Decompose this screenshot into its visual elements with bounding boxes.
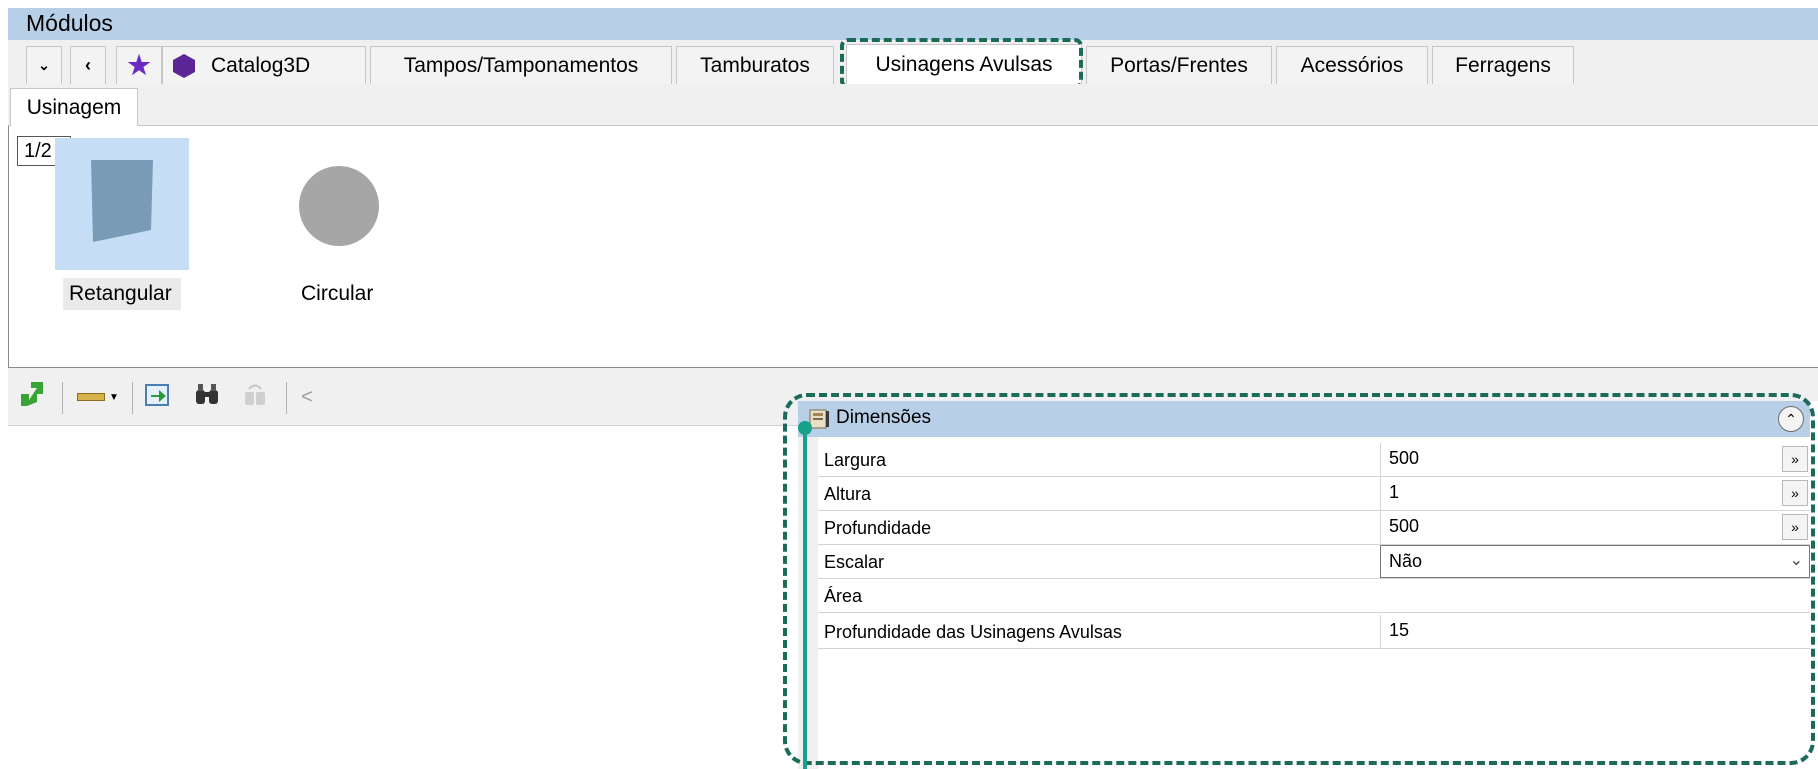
subtab-usinagem[interactable]: Usinagem (10, 88, 138, 126)
collapse-group-button[interactable]: ⌃ (1778, 406, 1804, 432)
more-options-button[interactable]: » (1782, 480, 1808, 506)
more-options-button[interactable]: » (1782, 446, 1808, 472)
tab-strip: ⌄ ‹ ★ Catalog3D Tampos/Tamponamentos Tam… (8, 40, 1818, 84)
property-row-altura[interactable]: Altura 1 » (818, 477, 1810, 511)
tab-label: Portas/Frentes (1110, 53, 1248, 77)
tab-tamburatos[interactable]: Tamburatos (676, 46, 834, 84)
property-value-cell[interactable]: 1 » (1380, 477, 1810, 510)
double-chevron-right-icon: » (1791, 485, 1799, 501)
star-icon: ★ (127, 50, 151, 80)
property-value: 15 (1389, 620, 1410, 640)
highlight-connector-line (803, 427, 807, 769)
selected-value: Não (1389, 551, 1423, 571)
circular-thumbnail (271, 138, 405, 270)
group-title: Dimensões (836, 407, 932, 428)
cylinders-icon (241, 380, 269, 414)
escalar-select[interactable]: Não ⌄ (1380, 545, 1810, 578)
chevron-left-icon: < (301, 385, 313, 408)
tab-catalog3d[interactable]: Catalog3D (162, 46, 366, 84)
property-value-cell[interactable]: 500 » (1380, 511, 1810, 544)
tab-label: Acessórios (1300, 53, 1404, 77)
toolbar-separator (286, 382, 287, 414)
property-value-cell[interactable]: 15 (1380, 615, 1810, 648)
chevron-down-icon: ⌄ (38, 57, 50, 73)
property-value: 500 (1389, 516, 1420, 536)
tab-acessorios[interactable]: Acessórios (1276, 46, 1428, 84)
catalog3d-hexagon-icon (171, 53, 197, 79)
tab-scroll-left-button[interactable]: ‹ (70, 46, 106, 84)
tab-label: Ferragens (1455, 53, 1551, 77)
properties-gutter (798, 437, 818, 769)
disabled-action-button[interactable] (240, 382, 270, 412)
insert-button[interactable] (142, 382, 172, 412)
property-name: Altura (824, 484, 872, 504)
property-value-cell[interactable]: 500 » (1380, 443, 1810, 476)
toolbar-separator (62, 382, 63, 414)
item-label: Retangular (63, 278, 181, 310)
property-row-area[interactable]: Área (818, 579, 1810, 613)
tab-usinagens-avulsas[interactable]: Usinagens Avulsas (846, 44, 1082, 84)
toolbar-separator (132, 382, 133, 414)
tab-portas-frentes[interactable]: Portas/Frentes (1086, 46, 1272, 84)
tab-label: Tamburatos (700, 53, 810, 77)
tab-label: Tampos/Tamponamentos (403, 53, 639, 77)
highlight-connector-dot (798, 421, 812, 435)
insert-arrow-icon (143, 380, 171, 414)
property-name: Profundidade das Usinagens Avulsas (824, 622, 1122, 642)
window-title: Módulos (26, 10, 113, 36)
property-value: 500 (1389, 448, 1420, 468)
favorites-tab[interactable]: ★ (116, 46, 162, 84)
more-options-button[interactable]: » (1782, 514, 1808, 540)
double-chevron-right-icon: » (1791, 519, 1799, 535)
item-label: Circular (301, 282, 374, 305)
property-name: Largura (824, 450, 887, 470)
properties-panel: Dimensões ⌃ Largura 500 » Altura 1 » Pro… (798, 401, 1818, 769)
scroll-back-button[interactable]: < (292, 382, 322, 412)
property-name: Profundidade (824, 518, 932, 538)
line-style-dropdown[interactable]: ▼ (72, 382, 124, 412)
tab-label: Usinagens Avulsas (875, 52, 1053, 76)
property-row-profundidade-usinagens[interactable]: Profundidade das Usinagens Avulsas 15 (818, 615, 1810, 649)
dropdown-arrow-icon: ▼ (109, 391, 119, 403)
tab-ferragens[interactable]: Ferragens (1432, 46, 1574, 84)
double-chevron-up-icon: ⌃ (1785, 410, 1797, 427)
property-name: Área (824, 586, 863, 606)
property-row-escalar[interactable]: Escalar Não ⌄ (818, 545, 1810, 579)
chevron-left-icon: ‹ (85, 55, 91, 75)
tab-tampos-tamponamentos[interactable]: Tampos/Tamponamentos (370, 46, 672, 84)
property-name: Escalar (824, 552, 885, 572)
tab-list-dropdown-button[interactable]: ⌄ (26, 46, 62, 84)
catalog-panel: 1/2 Retangular Circular (8, 126, 1818, 368)
navigate-up-button[interactable] (16, 382, 46, 412)
tab-strip-filler (1578, 46, 1818, 84)
property-row-profundidade[interactable]: Profundidade 500 » (818, 511, 1810, 545)
line-style-icon (77, 393, 106, 401)
window-titlebar: Módulos (8, 8, 1818, 40)
search-button[interactable] (192, 382, 222, 412)
subtab-label: Usinagem (26, 95, 122, 119)
subtab-strip: Usinagem (8, 84, 1818, 126)
properties-group-header[interactable]: Dimensões ⌃ (798, 401, 1810, 437)
property-value: 1 (1389, 482, 1400, 502)
retangular-thumbnail (55, 138, 189, 270)
binoculars-icon (193, 380, 221, 414)
property-row-largura[interactable]: Largura 500 » (818, 443, 1810, 477)
tab-label: Catalog3D (211, 53, 311, 77)
green-arrow-up-icon (17, 380, 45, 414)
double-chevron-right-icon: » (1791, 451, 1799, 467)
chevron-down-icon: ⌄ (1789, 552, 1803, 569)
